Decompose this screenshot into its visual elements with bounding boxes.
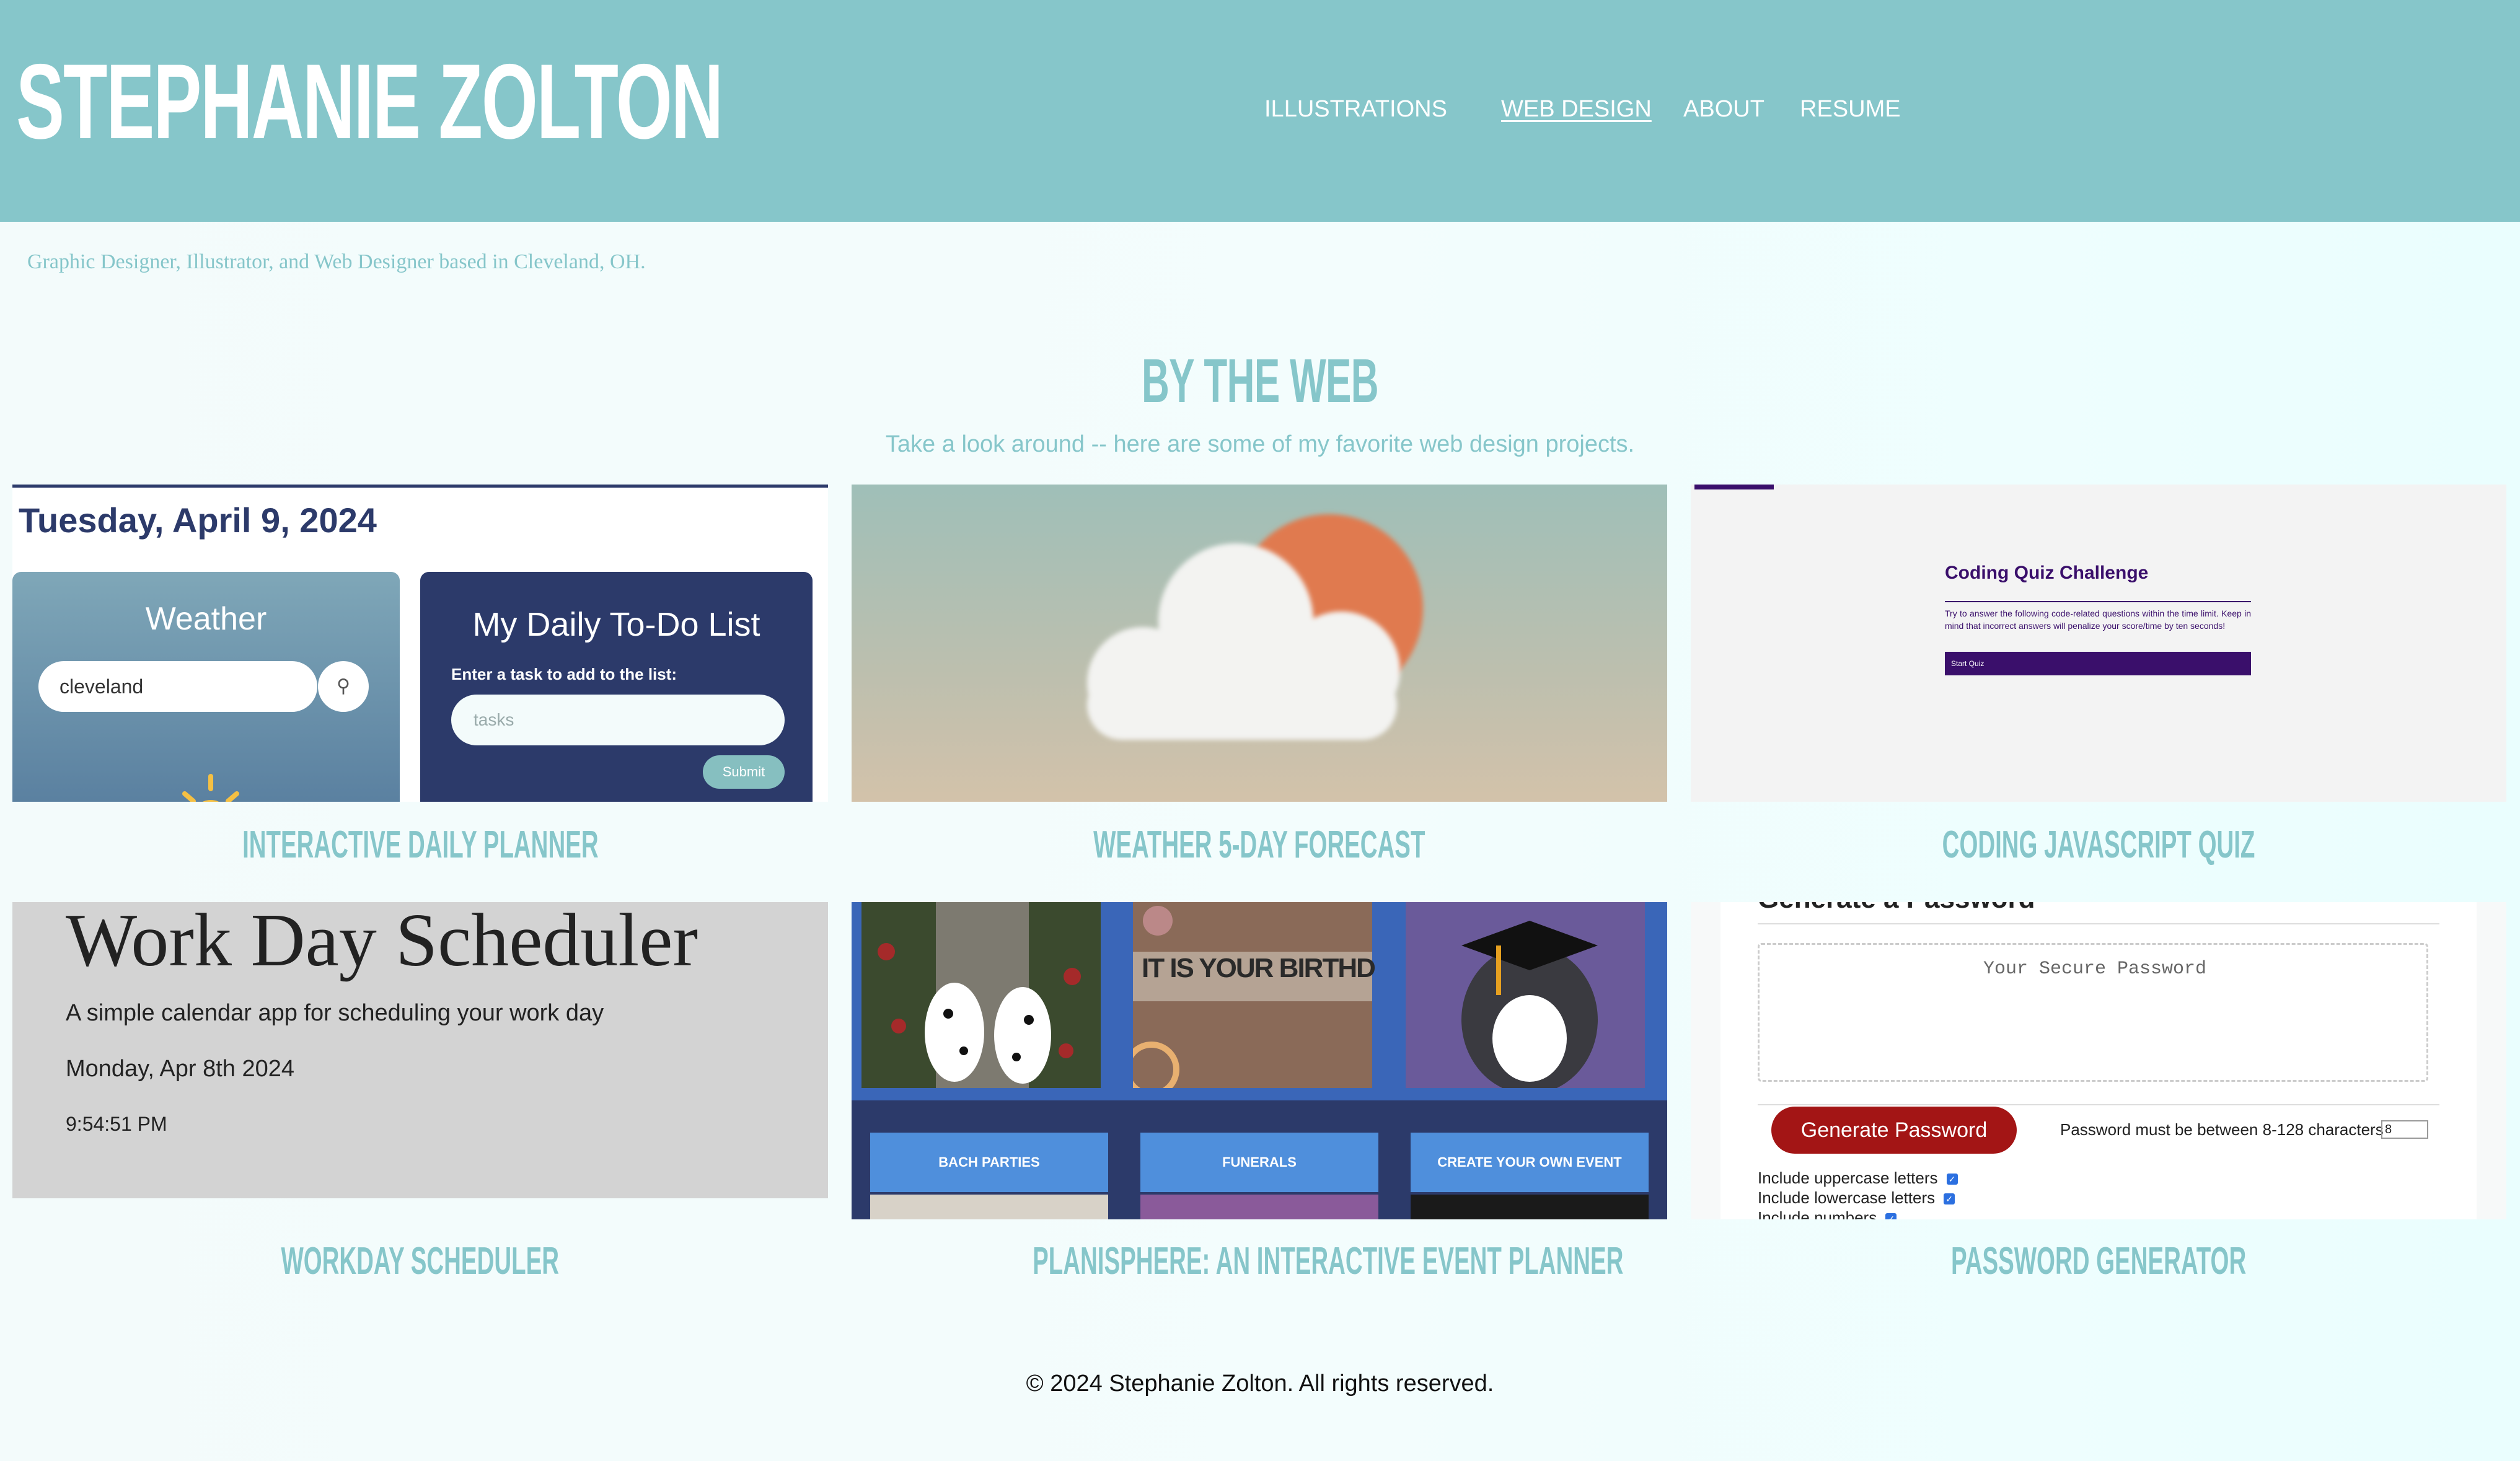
cloud-sun-icon (1087, 514, 1423, 740)
birthday-banner-image (1133, 902, 1372, 1088)
password-panel: Generate a Password Your Secure Password… (1720, 902, 2477, 1219)
dalmatians-image (861, 902, 1101, 1088)
length-label: Password must be between 8-128 character… (2060, 1120, 2384, 1139)
project-card-scheduler[interactable]: Work Day Scheduler A simple calendar app… (12, 902, 828, 1198)
quiz-instructions: Try to answer the following code-related… (1945, 608, 2251, 631)
nav-resume[interactable]: RESUME (1800, 92, 1901, 126)
scheduler-subheading: A simple calendar app for scheduling you… (66, 1000, 604, 1026)
funerals-button[interactable]: FUNERALS (1140, 1133, 1378, 1192)
nav-web-design[interactable]: WEB DESIGN (1501, 92, 1652, 126)
birthday-banner-text: IT IS YOUR BIRTHD (1142, 953, 1376, 983)
graduate-husky-image (1406, 902, 1645, 1088)
option-numbers[interactable]: Include numbers ✓ (1758, 1208, 1897, 1219)
project-card-daily-planner[interactable]: Tuesday, April 9, 2024 Weather cleveland… (12, 485, 828, 802)
nav-illustrations[interactable]: ILLUSTRATIONS (1264, 92, 1447, 126)
project-card-quiz[interactable]: Coding Quiz Challenge Try to answer the … (1691, 485, 2506, 802)
todo-submit-button[interactable]: Submit (703, 755, 785, 789)
todo-label: Enter a task to add to the list: (451, 665, 677, 683)
weather-city-input[interactable]: cleveland (38, 661, 317, 712)
project-card-weather[interactable] (852, 485, 1667, 802)
caption-weather[interactable]: WEATHER 5-DAY FORECAST (852, 820, 1667, 870)
length-input[interactable]: 8 (2381, 1120, 2428, 1139)
caption-quiz[interactable]: CODING JAVASCRIPT QUIZ (1691, 820, 2506, 870)
event-thumbnail (1411, 1195, 1649, 1219)
site-header: STEPHANIE ZOLTON ILLUSTRATIONS WEB DESIG… (0, 0, 2520, 222)
section-subtitle: Take a look around -- here are some of m… (885, 431, 1635, 457)
event-tile-birthday: IT IS YOUR BIRTHD (1123, 902, 1396, 1100)
project-card-password[interactable]: Generate a Password Your Secure Password… (1691, 902, 2506, 1219)
create-event-button[interactable]: CREATE YOUR OWN EVENT (1411, 1133, 1649, 1192)
tagline: Graphic Designer, Illustrator, and Web D… (27, 250, 646, 273)
scheduler-heading: Work Day Scheduler (66, 902, 698, 982)
quiz-progress-bar (1694, 485, 1774, 489)
project-card-planisphere[interactable]: IT IS YOUR BIRTHD BACH PARTIES FUNERALS … (852, 902, 1667, 1219)
todo-input[interactable]: tasks (451, 695, 785, 745)
todo-panel: My Daily To-Do List Enter a task to add … (420, 572, 813, 802)
event-thumbnail (870, 1195, 1108, 1219)
event-thumbnail (1140, 1195, 1378, 1219)
checkbox-checked-icon[interactable]: ✓ (1944, 1193, 1955, 1205)
caption-password[interactable]: PASSWORD GENERATOR (1691, 1237, 2506, 1286)
scheduler-time: 9:54:51 PM (66, 1113, 167, 1135)
divider (1945, 601, 2251, 602)
sun-icon (182, 774, 239, 802)
nav-about[interactable]: ABOUT (1683, 92, 1764, 126)
footer-copyright: © 2024 Stephanie Zolton. All rights rese… (1026, 1371, 1494, 1397)
quiz-heading: Coding Quiz Challenge (1945, 563, 2149, 583)
password-placeholder: Your Secure Password (1983, 959, 2207, 980)
password-heading: Generate a Password (1758, 902, 2035, 915)
option-uppercase[interactable]: Include uppercase letters ✓ (1758, 1169, 1958, 1188)
caption-daily-planner[interactable]: INTERACTIVE DAILY PLANNER (12, 820, 828, 870)
scheduler-date: Monday, Apr 8th 2024 (66, 1056, 294, 1082)
search-icon[interactable]: ⚲ (318, 661, 369, 712)
event-tile-graduation (1396, 902, 1667, 1100)
weather-heading: Weather (145, 601, 267, 637)
checkbox-checked-icon[interactable]: ✓ (1946, 1174, 1958, 1185)
event-tile-wedding (852, 902, 1123, 1100)
generate-password-button[interactable]: Generate Password (1771, 1107, 2017, 1154)
bach-parties-button[interactable]: BACH PARTIES (870, 1133, 1108, 1192)
start-quiz-button[interactable]: Start Quiz (1945, 652, 2251, 675)
divider (1758, 1104, 2439, 1105)
option-lowercase[interactable]: Include lowercase letters ✓ (1758, 1188, 1955, 1208)
section-title: BY THE WEB (1142, 346, 1379, 416)
divider (1758, 923, 2439, 924)
weather-panel: Weather cleveland ⚲ (12, 572, 400, 802)
password-output[interactable]: Your Secure Password (1758, 943, 2428, 1082)
site-title[interactable]: STEPHANIE ZOLTON (16, 40, 723, 164)
checkbox-checked-icon[interactable]: ✓ (1885, 1213, 1897, 1219)
caption-planisphere[interactable]: PLANISPHERE: AN INTERACTIVE EVENT PLANNE… (852, 1237, 1667, 1286)
caption-scheduler[interactable]: WORKDAY SCHEDULER (12, 1237, 828, 1286)
planner-date: Tuesday, April 9, 2024 (19, 501, 377, 540)
todo-heading: My Daily To-Do List (472, 606, 760, 643)
